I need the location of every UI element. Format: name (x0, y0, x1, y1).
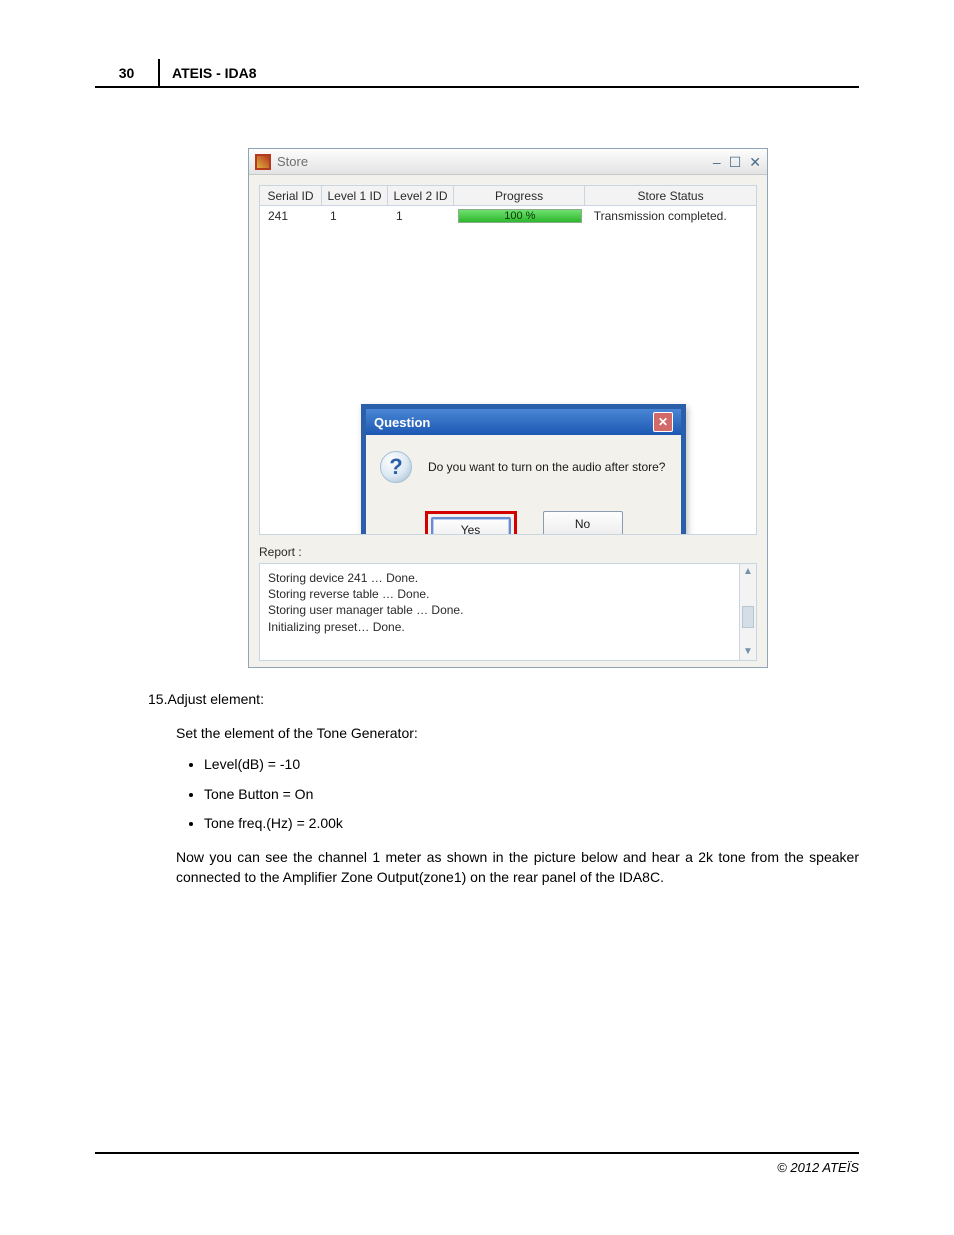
page-title: ATEIS - IDA8 (172, 65, 257, 81)
col-progress[interactable]: Progress (454, 186, 585, 205)
app-icon (255, 154, 271, 170)
page-header: 30 ATEIS - IDA8 (95, 60, 859, 88)
col-serial-id[interactable]: Serial ID (260, 186, 322, 205)
maximize-icon[interactable]: ☐ (729, 155, 742, 169)
question-title: Question (374, 415, 430, 430)
report-line: Storing reverse table … Done. (268, 586, 748, 602)
minimize-icon[interactable]: – (713, 155, 721, 169)
step-heading: 15.Adjust element: (148, 690, 859, 710)
copyright: © 2012 ATEÏS (777, 1160, 859, 1175)
col-store-status[interactable]: Store Status (585, 186, 756, 205)
col-level2-id[interactable]: Level 2 ID (388, 186, 454, 205)
cell-l2: 1 (388, 206, 454, 226)
scroll-thumb[interactable] (742, 606, 754, 628)
yes-button-highlight: Yes (425, 511, 517, 535)
page-number: 30 (95, 59, 160, 87)
close-icon[interactable]: ✕ (749, 155, 761, 169)
question-titlebar[interactable]: Question ✕ (366, 409, 681, 435)
col-level1-id[interactable]: Level 1 ID (322, 186, 388, 205)
report-line: Storing device 241 … Done. (268, 570, 748, 586)
no-button[interactable]: No (543, 511, 623, 535)
scroll-up-icon[interactable]: ▲ (740, 564, 756, 580)
question-dialog: Question ✕ ? Do you want to turn on the … (361, 404, 686, 535)
store-window-title: Store (277, 154, 308, 169)
cell-progress: 100 % (454, 206, 586, 226)
report-scrollbar[interactable]: ▲ ▼ (739, 564, 756, 660)
report-line: Storing user manager table … Done. (268, 602, 748, 618)
progress-bar: 100 % (458, 209, 582, 223)
document-body: 15.Adjust element: Set the element of th… (148, 690, 859, 887)
list-item: Level(dB) = -10 (204, 755, 859, 775)
table-row[interactable]: 241 1 1 100 % Transmission completed. (260, 206, 756, 226)
store-window: Store – ☐ ✕ Serial ID Level 1 ID Level 2… (248, 148, 768, 668)
store-window-titlebar[interactable]: Store – ☐ ✕ (249, 149, 767, 175)
bullet-list: Level(dB) = -10 Tone Button = On Tone fr… (204, 755, 859, 834)
cell-l1: 1 (322, 206, 388, 226)
report-box: Storing device 241 … Done. Storing rever… (259, 563, 757, 661)
list-item: Tone Button = On (204, 785, 859, 805)
store-grid: Serial ID Level 1 ID Level 2 ID Progress… (259, 185, 757, 535)
scroll-track[interactable] (740, 580, 756, 644)
cell-serial: 241 (260, 206, 322, 226)
grid-header-row: Serial ID Level 1 ID Level 2 ID Progress… (260, 186, 756, 206)
report-line: Initializing preset… Done. (268, 619, 748, 635)
scroll-down-icon[interactable]: ▼ (740, 644, 756, 660)
question-mark-icon: ? (380, 451, 412, 483)
list-item: Tone freq.(Hz) = 2.00k (204, 814, 859, 834)
question-close-icon[interactable]: ✕ (653, 412, 673, 432)
step-intro: Set the element of the Tone Generator: (176, 724, 859, 744)
step-paragraph: Now you can see the channel 1 meter as s… (176, 848, 859, 887)
yes-button[interactable]: Yes (431, 517, 511, 535)
cell-status: Transmission completed. (586, 206, 756, 226)
page-footer: © 2012 ATEÏS (95, 1152, 859, 1175)
report-label: Report : (259, 545, 757, 559)
question-message: Do you want to turn on the audio after s… (428, 460, 665, 474)
